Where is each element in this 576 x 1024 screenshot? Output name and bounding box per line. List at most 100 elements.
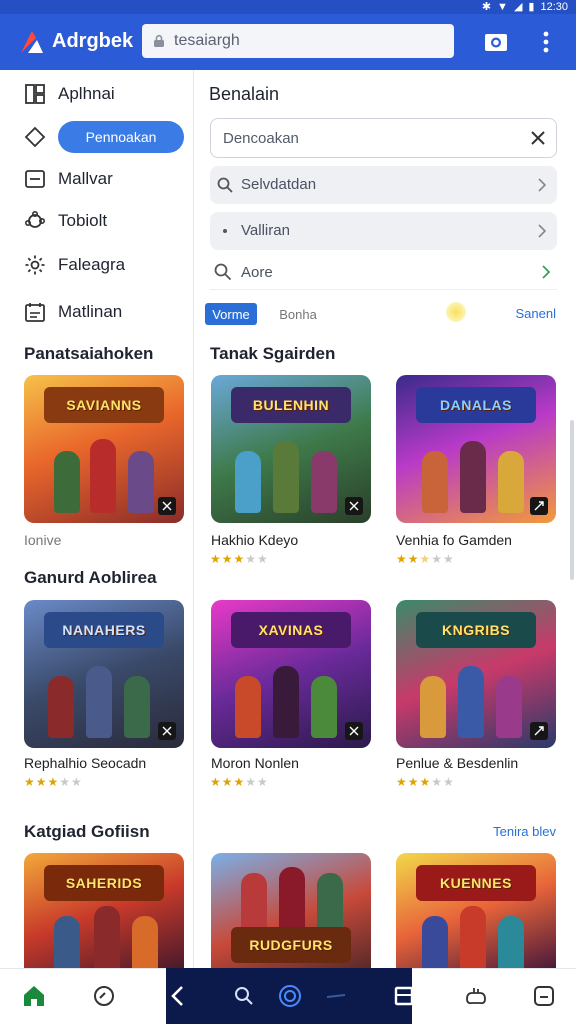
game-art-figure: [235, 676, 261, 738]
chevron-right-icon: [538, 224, 547, 238]
game-card[interactable]: RUDGFURS: [211, 853, 371, 968]
dash-icon: [326, 994, 346, 998]
search-input[interactable]: Dencoakan: [210, 118, 557, 158]
game-art-figure: [54, 451, 80, 513]
sidebar-item-calendar[interactable]: Matlinan: [0, 292, 194, 332]
game-art-figure: [311, 451, 337, 513]
expand-icon[interactable]: [530, 497, 548, 515]
expand-icon[interactable]: [345, 722, 363, 740]
game-card[interactable]: XAVINAS: [211, 600, 371, 748]
sidebar-item-mail[interactable]: Mallvar: [0, 159, 194, 199]
url-bar[interactable]: tesaiargh: [142, 24, 454, 58]
rating-stars: ★★★★★: [210, 552, 269, 566]
gamepad-icon: [466, 988, 486, 1005]
game-card[interactable]: KUENNES: [396, 853, 556, 968]
section-title: Tanak Sgairden: [210, 344, 336, 363]
nav-profile-button[interactable]: [530, 982, 558, 1010]
game-art-figure: [311, 676, 337, 738]
game-card[interactable]: SAHERIDS: [24, 853, 184, 968]
section-title: Panatsaiahoken: [24, 344, 154, 363]
app-logo-icon: [21, 31, 43, 53]
game-art-figure: [128, 451, 154, 513]
see-more-link[interactable]: Tenira blev: [493, 824, 556, 839]
mail-icon: [25, 170, 45, 188]
search-icon: [217, 177, 233, 193]
sidebar-item-label: Mallvar: [58, 169, 113, 188]
app-title: Adrgbek: [52, 30, 134, 52]
suggestion-item[interactable]: Valliran: [210, 212, 557, 250]
suggestion-text: Selvdatdan: [241, 176, 317, 193]
game-art-title: KUENNES: [416, 865, 536, 901]
game-card[interactable]: SAVIANNS: [24, 375, 184, 523]
panel-title: Benalain: [209, 84, 280, 104]
sidebar-item-tools[interactable]: Tobiolt: [0, 201, 194, 241]
rating-stars: ★★★★★: [396, 552, 455, 566]
section-title: Ganurd Aoblirea: [24, 568, 157, 587]
game-title: Penlue & Besdenlin: [396, 755, 519, 771]
gear-icon: [25, 255, 45, 275]
sidebar-item-settings[interactable]: Faleagra: [0, 245, 194, 285]
suggestion-text: Valliran: [241, 222, 290, 239]
sidebar-item-apps[interactable]: Aplhnai: [0, 74, 194, 114]
battery-icon: ▮: [528, 1, 535, 13]
rating-stars: ★★★★★: [396, 775, 455, 789]
highlight-dot: [446, 302, 466, 322]
game-card[interactable]: NANAHERS: [24, 600, 184, 748]
close-icon[interactable]: [528, 128, 548, 148]
game-card[interactable]: BULENHIN: [211, 375, 371, 523]
nav-center-button[interactable]: [276, 982, 304, 1010]
filter-chip[interactable]: Bonha: [272, 303, 324, 325]
puzzle-icon: [24, 210, 46, 228]
game-art-title: SAVIANNS: [44, 387, 164, 423]
nav-back-button[interactable]: [164, 982, 192, 1010]
game-art-figure: [273, 441, 299, 513]
compass-icon: [94, 986, 114, 1006]
nav-search-button[interactable]: [230, 982, 258, 1010]
home-icon: [24, 126, 46, 148]
game-title: Moron Nonlen: [211, 755, 299, 771]
chevron-left-icon: [171, 986, 183, 1006]
app-bar: Adrgbek tesaiargh: [0, 14, 576, 70]
game-card[interactable]: KNGRIBS: [396, 600, 556, 748]
home-icon: [24, 986, 44, 1006]
nav-tabs-button[interactable]: [390, 982, 418, 1010]
more-options-icon[interactable]: [536, 28, 556, 56]
filter-link[interactable]: Sanenl: [516, 306, 556, 321]
rating-stars: ★★★★★: [24, 775, 83, 789]
game-art-figure: [317, 873, 343, 935]
expand-icon[interactable]: [345, 497, 363, 515]
dashboard-icon: [534, 986, 554, 1006]
chevron-right-icon: [542, 265, 551, 279]
game-card[interactable]: DANALAS: [396, 375, 556, 523]
sidebar-item-label: Aplhnai: [58, 84, 115, 103]
game-art-title: RUDGFURS: [231, 927, 351, 963]
nav-home-button[interactable]: [20, 982, 48, 1010]
camera-icon[interactable]: [482, 28, 510, 56]
expand-icon[interactable]: [530, 722, 548, 740]
game-art-title: BULENHIN: [231, 387, 351, 423]
nav-games-button[interactable]: [462, 982, 490, 1010]
expand-icon[interactable]: [158, 722, 176, 740]
game-art-title: SAHERIDS: [44, 865, 164, 901]
filter-chip-active[interactable]: Vorme: [205, 303, 257, 325]
record-icon: [279, 985, 301, 1007]
suggestion-item[interactable]: Selvdatdan: [210, 166, 557, 204]
nav-minimize-button[interactable]: [322, 982, 350, 1010]
game-art-figure: [498, 451, 524, 513]
game-art-figure: [496, 676, 522, 738]
expand-icon[interactable]: [158, 497, 176, 515]
sidebar-item-label-active: Pennoakan: [58, 121, 184, 153]
game-art-figure: [241, 873, 267, 935]
wifi-icon: ▼: [497, 1, 508, 13]
search-icon: [235, 987, 253, 1005]
sidebar-item-home[interactable]: Pennoakan: [0, 117, 194, 157]
bluetooth-icon: ✱: [481, 1, 492, 13]
sidebar-item-label: Matlinan: [58, 302, 123, 321]
scrollbar[interactable]: [570, 420, 574, 580]
suggestion-item[interactable]: Aore: [210, 254, 557, 290]
nav-explore-button[interactable]: [90, 982, 118, 1010]
game-art-figure: [420, 676, 446, 738]
game-art-figure: [94, 906, 120, 968]
game-art-title: NANAHERS: [44, 612, 164, 648]
game-art-figure: [460, 441, 486, 513]
